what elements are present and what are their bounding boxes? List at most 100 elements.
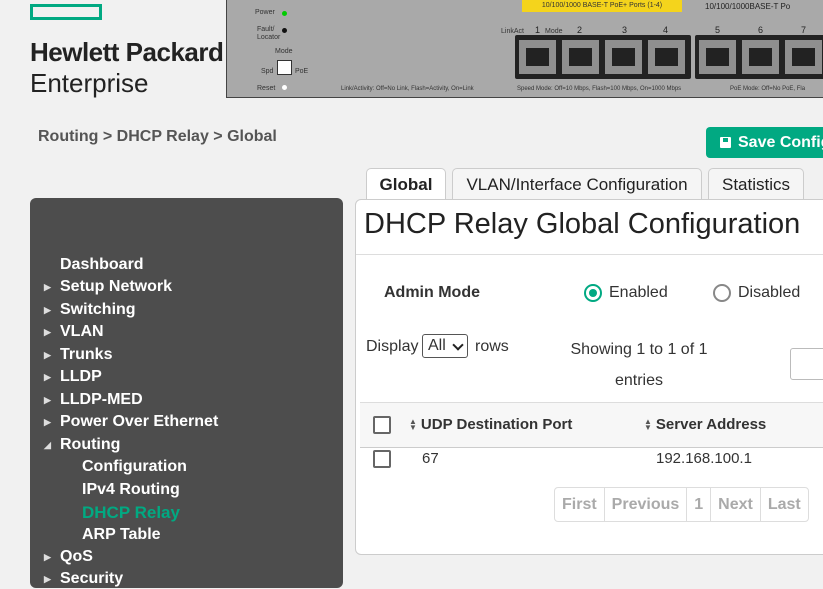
sidebar-subitem-configuration[interactable]: Configuration xyxy=(82,457,187,477)
admin-mode-disabled-radio[interactable] xyxy=(713,284,731,302)
search-input[interactable] xyxy=(790,348,823,380)
power-led-icon xyxy=(282,11,287,16)
pager-last-button[interactable]: Last xyxy=(761,488,808,521)
port-number: 2 xyxy=(577,25,583,35)
expand-arrow-icon: ▶ xyxy=(44,305,51,315)
admin-mode-label: Admin Mode xyxy=(384,284,480,301)
save-config-button[interactable]: Save Config xyxy=(706,127,823,158)
pager-page-1-button[interactable]: 1 xyxy=(687,488,712,521)
display-label: Display xyxy=(366,338,419,355)
dhcp-relay-global-panel: DHCP Relay Global Configuration Admin Mo… xyxy=(355,199,823,555)
port-number: 4 xyxy=(663,25,669,35)
sidebar-subitem-dhcp-relay[interactable]: DHCP Relay xyxy=(82,503,180,523)
column-label: Server Address xyxy=(655,416,767,433)
logo-text-line2: Enterprise xyxy=(30,68,149,98)
tab-statistics[interactable]: Statistics xyxy=(708,168,804,200)
ethernet-port-icon xyxy=(562,40,599,74)
port-number: 5 xyxy=(715,25,721,35)
row-checkbox[interactable] xyxy=(373,450,391,468)
fault-label: Fault/ xyxy=(257,26,275,33)
expand-arrow-icon: ▶ xyxy=(44,552,51,562)
save-icon xyxy=(720,137,731,148)
rows-per-page-value: All xyxy=(428,337,446,354)
tab-vlan-interface-configuration[interactable]: VLAN/Interface Configuration xyxy=(452,168,702,200)
rows-per-page-select[interactable]: All xyxy=(422,334,468,358)
sidebar-item-label: LLDP-MED xyxy=(60,391,143,408)
sort-icon: ▲ ▼ xyxy=(644,417,652,433)
expand-arrow-icon: ▶ xyxy=(44,372,51,382)
expand-arrow-icon: ▶ xyxy=(44,350,51,360)
sidebar-item-label: LLDP xyxy=(60,368,102,385)
table-row[interactable]: 67 192.168.100.1 xyxy=(360,446,823,473)
poe-mode-legend: PoE Mode: Off=No PoE, Fla xyxy=(730,86,806,92)
power-label: Power xyxy=(255,9,275,16)
ethernet-port-icon xyxy=(605,40,642,74)
ethernet-port-icon xyxy=(785,40,822,74)
port-number: 7 xyxy=(801,25,807,35)
sidebar-item-label: Security xyxy=(60,570,124,587)
save-config-label: Save Config xyxy=(738,133,823,151)
pager-first-button[interactable]: First xyxy=(555,488,605,521)
ethernet-port-icon xyxy=(699,40,736,74)
showing-entries-text: Showing 1 to 1 of 1 entries xyxy=(570,341,708,389)
sort-icon: ▲ ▼ xyxy=(409,417,417,433)
enabled-label[interactable]: Enabled xyxy=(609,284,668,302)
sidebar-item-label: VLAN xyxy=(60,323,104,340)
locator-label: Locator xyxy=(257,34,281,41)
sidebar-item-label: QoS xyxy=(60,548,93,565)
mode-label: Mode xyxy=(275,48,293,55)
port-number: 1 xyxy=(535,25,541,35)
column-udp-destination-port[interactable]: ▲ ▼ UDP Destination Port xyxy=(409,416,572,433)
expand-arrow-icon: ▶ xyxy=(44,417,51,427)
ethernet-port-icon xyxy=(742,40,779,74)
reset-label: Reset xyxy=(257,85,276,92)
table-header: ▲ ▼ UDP Destination Port ▲ ▼ Server Address xyxy=(360,402,823,448)
mode-small-label: Mode xyxy=(545,28,563,35)
pagination: First Previous 1 Next Last xyxy=(554,487,809,522)
expand-arrow-icon: ▶ xyxy=(44,395,51,405)
admin-mode-enabled-radio[interactable] xyxy=(584,284,602,302)
page-title: DHCP Relay Global Configuration xyxy=(364,208,801,240)
reset-button-icon[interactable] xyxy=(282,85,287,90)
server-address-cell: 192.168.100.1 xyxy=(656,450,752,467)
tab-global[interactable]: Global xyxy=(366,168,446,201)
spd-label: Spd xyxy=(261,68,274,75)
pager-next-button[interactable]: Next xyxy=(711,488,761,521)
sidebar-nav: Dashboard ▶ Setup Network ▶ Switching ▶ … xyxy=(30,198,343,588)
ethernet-port-icon xyxy=(648,40,685,74)
mode-button[interactable] xyxy=(277,60,292,75)
title-divider xyxy=(356,254,823,255)
disabled-label[interactable]: Disabled xyxy=(738,284,800,302)
select-all-checkbox[interactable] xyxy=(373,416,391,434)
expand-arrow-icon: ▶ xyxy=(44,574,51,584)
link-activity-legend: Link/Activity: Off=No Link, Flash=Activi… xyxy=(341,86,474,92)
ports-header: 10/100/1000BASE-T Po xyxy=(705,2,791,11)
switch-front-panel: Power Fault/ Locator Mode Spd PoE Reset … xyxy=(226,0,823,98)
udp-port-cell: 67 xyxy=(422,450,439,467)
pager-previous-button[interactable]: Previous xyxy=(605,488,688,521)
poe-port-group xyxy=(515,35,691,79)
sidebar-subitem-ipv4-routing[interactable]: IPv4 Routing xyxy=(82,480,180,500)
column-label: UDP Destination Port xyxy=(420,416,573,433)
sidebar-subitem-arp-table[interactable]: ARP Table xyxy=(82,525,161,545)
sidebar-item-label: Routing xyxy=(60,436,121,453)
breadcrumb: Routing > DHCP Relay > Global xyxy=(38,128,277,145)
sidebar-item-label: Dashboard xyxy=(60,256,144,273)
sidebar-item-label: Switching xyxy=(60,301,136,318)
hpe-logo: Hewlett Packard Enterprise xyxy=(30,4,224,98)
expand-arrow-icon: ▶ xyxy=(44,282,51,292)
fault-led-icon xyxy=(282,28,287,33)
poe-label: PoE xyxy=(295,68,309,75)
sidebar-item-label: Setup Network xyxy=(60,278,173,295)
port-number: 3 xyxy=(622,25,628,35)
logo-bar-icon xyxy=(30,4,102,20)
speed-mode-legend: Speed Mode: Off=10 Mbps, Flash=100 Mbps,… xyxy=(517,86,682,92)
column-server-address[interactable]: ▲ ▼ Server Address xyxy=(644,416,766,433)
rows-label: rows xyxy=(475,338,509,355)
sidebar-item-label: Trunks xyxy=(60,346,113,363)
chevron-down-icon xyxy=(452,339,464,351)
link-act-label: LinkAct xyxy=(501,28,524,35)
poe-ports-header: 10/100/1000 BASE-T PoE+ Ports (1-4) xyxy=(522,0,682,12)
logo-text-line1: Hewlett Packard xyxy=(30,37,224,67)
expand-arrow-icon: ▶ xyxy=(44,327,51,337)
